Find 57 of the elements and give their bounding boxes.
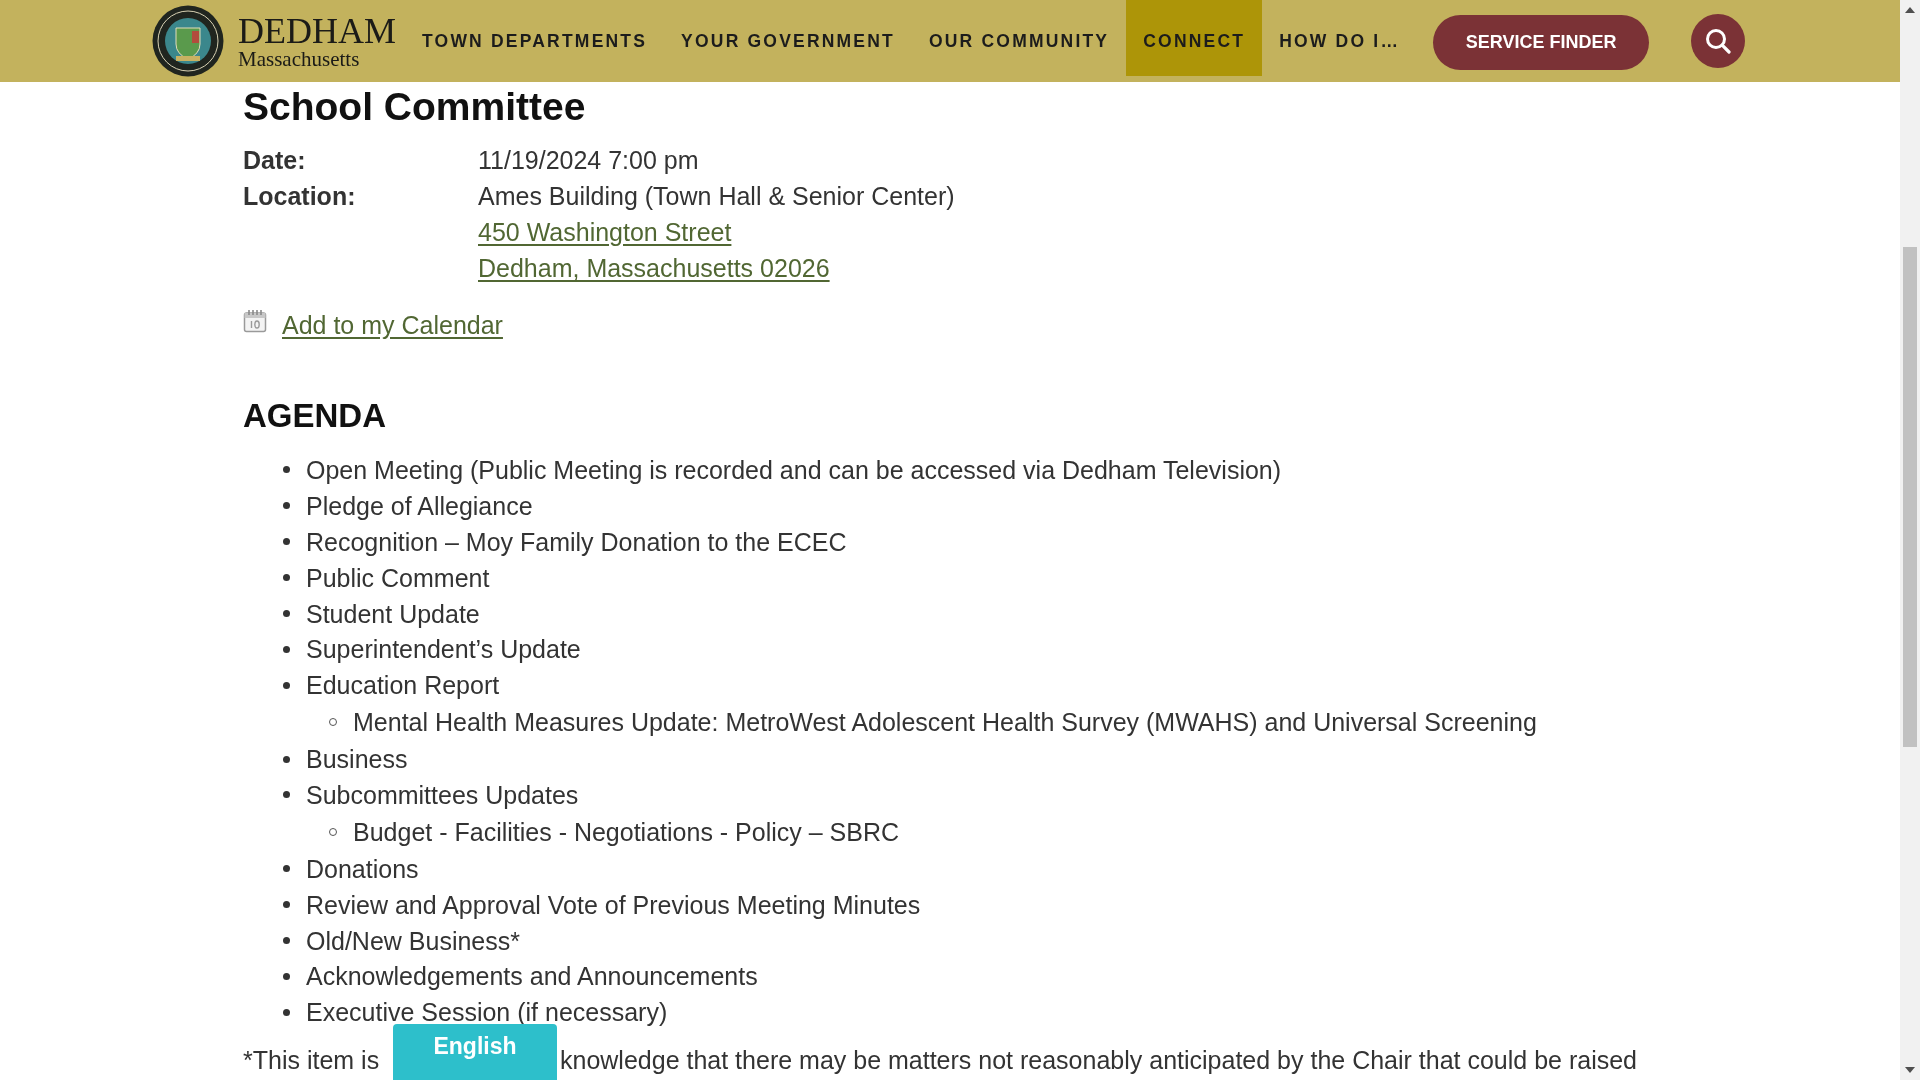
agenda-item: Recognition – Moy Family Donation to the ECEC bbox=[306, 527, 847, 556]
address-link[interactable]: Dedham, Massachusetts 02026 bbox=[478, 250, 830, 286]
footnote-text: *This item is bbox=[243, 1046, 380, 1076]
service-finder-button[interactable]: SERVICE FINDER bbox=[1433, 15, 1650, 70]
section-heading: AGENDA bbox=[243, 396, 387, 436]
field-label: Date: bbox=[243, 145, 307, 176]
agenda-item: Pledge of Allegiance bbox=[306, 491, 533, 520]
bullet-icon bbox=[282, 574, 290, 582]
agenda-item: Acknowledgements and Announcements bbox=[306, 962, 758, 991]
bullet-icon bbox=[282, 466, 290, 474]
scrollbar[interactable] bbox=[1900, 0, 1920, 1080]
footnote-text: knowledge that there may be matters not reasonably anticipated by the Chair that could be raised bbox=[560, 1046, 1638, 1076]
nav-link[interactable]: YOUR GOVERNMENT bbox=[664, 0, 912, 76]
bullet-icon bbox=[282, 645, 290, 653]
agenda-item: Superintendent’s Update bbox=[306, 635, 581, 664]
page-title: School Committee bbox=[243, 84, 587, 130]
field-value: Ames Building (Town Hall & Senior Center) bbox=[478, 181, 955, 212]
agenda-item: Budget - Facilities - Negotiations - Policy – SBRC bbox=[353, 817, 900, 846]
bullet-icon bbox=[282, 1008, 290, 1016]
agenda-item: Donations bbox=[306, 854, 419, 883]
agenda-item: Old/New Business* bbox=[306, 926, 520, 955]
bullet-icon bbox=[282, 538, 290, 546]
bullet-icon bbox=[282, 791, 290, 799]
calendar-icon bbox=[243, 309, 267, 333]
search-icon bbox=[1705, 28, 1732, 54]
agenda-item: Mental Health Measures Update: MetroWest Adolescent Health Survey (MWAHS) and Universal Screening bbox=[353, 708, 1537, 737]
scrollbar-thumb[interactable] bbox=[1903, 247, 1917, 747]
agenda-item: Student Update bbox=[306, 599, 480, 628]
site-title[interactable]: DEDHAM bbox=[238, 13, 396, 49]
nav-link[interactable]: OUR COMMUNITY bbox=[911, 0, 1127, 76]
bullet-icon bbox=[282, 865, 290, 873]
field-label: Location: bbox=[243, 181, 357, 212]
site-subtitle: Massachusetts bbox=[238, 48, 361, 69]
nav-link[interactable]: TOWN DEPARTMENTS bbox=[405, 0, 665, 76]
search-button[interactable] bbox=[1691, 14, 1746, 68]
agenda-item: Public Comment bbox=[306, 563, 490, 592]
bullet-icon bbox=[282, 972, 290, 980]
agenda-item: Executive Session (if necessary) bbox=[306, 998, 668, 1027]
nav-link[interactable]: CONNECT bbox=[1126, 0, 1263, 76]
bullet-icon bbox=[282, 755, 290, 763]
add-to-calendar-link[interactable]: Add to my Calendar bbox=[282, 310, 503, 340]
agenda-item: Education Report bbox=[306, 671, 500, 700]
agenda-item: Business bbox=[306, 745, 408, 774]
bullet-icon bbox=[282, 937, 290, 944]
agenda-item: Review and Approval Vote of Previous Meeting Minutes bbox=[306, 890, 921, 919]
field-value: 11/19/2024 7:00 pm bbox=[478, 145, 699, 176]
scroll-down-icon[interactable] bbox=[1905, 1067, 1915, 1073]
bullet-icon bbox=[282, 901, 290, 909]
bullet-icon bbox=[282, 610, 290, 617]
agenda-item: Subcommittees Updates bbox=[306, 780, 579, 809]
scroll-up-icon[interactable] bbox=[1905, 7, 1915, 13]
bullet-icon bbox=[282, 681, 290, 689]
agenda-item: Open Meeting (Public Meeting is recorded and can be accessed via Dedham Television) bbox=[306, 455, 1282, 484]
bullet-icon bbox=[282, 502, 290, 510]
address-link[interactable]: 450 Washington Street bbox=[478, 214, 732, 250]
nav-link[interactable]: HOW DO I… bbox=[1262, 0, 1418, 76]
seal-logo[interactable] bbox=[152, 4, 224, 78]
